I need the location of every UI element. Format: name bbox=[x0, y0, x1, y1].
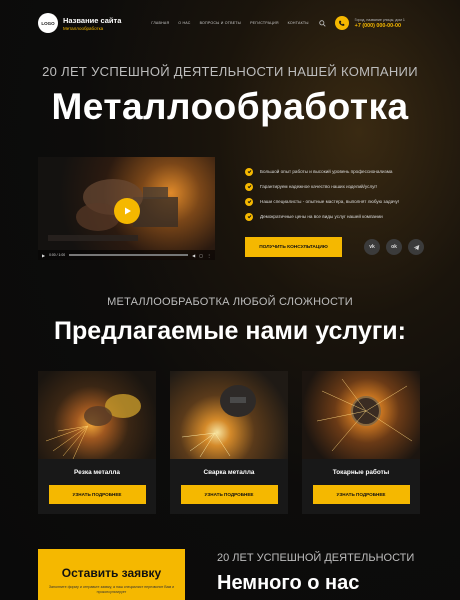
request-block: Оставить заявку Заполните форму и отправ… bbox=[38, 549, 185, 600]
request-title: Оставить заявку bbox=[61, 566, 162, 580]
sparks-image bbox=[45, 394, 141, 459]
service-card-welding[interactable]: Сварка металла УЗНАТЬ ПОДРОБНЕЕ bbox=[170, 371, 288, 514]
nav-item-registration[interactable]: РЕГИСТРАЦИЯ bbox=[250, 21, 279, 25]
benefit-text: Большой опыт работы и высокий уровень пр… bbox=[260, 169, 393, 174]
site-branding: Название сайта Металлообработка bbox=[63, 16, 121, 31]
service-title: Сварка металла bbox=[203, 469, 255, 476]
check-icon bbox=[245, 197, 253, 206]
video-player[interactable]: ▶ 0:00 / 1:00 ◀ ▢ ⋮ bbox=[38, 157, 215, 260]
page: LOGO Название сайта Металлообработка ГЛА… bbox=[0, 0, 460, 600]
service-image bbox=[38, 371, 156, 459]
fullscreen-icon[interactable]: ▢ bbox=[199, 253, 203, 258]
video-play-icon[interactable]: ▶ bbox=[42, 253, 45, 258]
service-title: Резка металла bbox=[74, 469, 120, 476]
phone-number[interactable]: +7 (000) 000-00-00 bbox=[355, 23, 405, 29]
volume-icon[interactable]: ◀ bbox=[192, 253, 195, 258]
video-controls: ▶ 0:00 / 1:00 ◀ ▢ ⋮ bbox=[38, 250, 215, 260]
list-item: Демократичные цены на все виды услуг наш… bbox=[245, 209, 435, 224]
consult-button[interactable]: ПОЛУЧИТЬ КОНСУЛЬТАЦИЮ bbox=[245, 237, 342, 257]
benefits-list: Большой опыт работы и высокий уровень пр… bbox=[245, 164, 435, 224]
video-progress[interactable] bbox=[69, 254, 189, 256]
service-title: Токарные работы bbox=[332, 469, 390, 476]
site-name[interactable]: Название сайта bbox=[63, 16, 121, 25]
video-time: 0:00 / 1:00 bbox=[49, 253, 66, 257]
benefit-text: Демократичные цены на все виды услуг наш… bbox=[260, 214, 383, 219]
list-item: Гарантируем надежное качество наших изде… bbox=[245, 179, 435, 194]
phone-icon[interactable] bbox=[334, 16, 349, 30]
check-icon bbox=[245, 212, 253, 221]
check-icon bbox=[245, 167, 253, 176]
logo[interactable]: LOGO bbox=[38, 13, 58, 33]
search-icon[interactable] bbox=[319, 19, 327, 27]
service-card-cutting[interactable]: Резка металла УЗНАТЬ ПОДРОБНЕЕ bbox=[38, 371, 156, 514]
learn-more-button[interactable]: УЗНАТЬ ПОДРОБНЕЕ bbox=[312, 485, 410, 504]
main-nav: ГЛАВНАЯ О НАС ВОПРОСЫ И ОТВЕТЫ РЕГИСТРАЦ… bbox=[151, 21, 308, 25]
header: LOGO Название сайта Металлообработка ГЛА… bbox=[38, 8, 422, 38]
service-image bbox=[170, 371, 288, 459]
more-icon[interactable]: ⋮ bbox=[207, 253, 211, 258]
nav-item-about[interactable]: О НАС bbox=[178, 21, 190, 25]
nav-item-home[interactable]: ГЛАВНАЯ bbox=[151, 21, 169, 25]
about-subtitle: 20 ЛЕТ УСПЕШНОЙ ДЕЯТЕЛЬНОСТИ bbox=[217, 552, 415, 564]
address: Город, название улицы, дом 1 bbox=[354, 17, 405, 22]
nav-item-contacts[interactable]: КОНТАКТЫ bbox=[288, 21, 309, 25]
nav-item-faq[interactable]: ВОПРОСЫ И ОТВЕТЫ bbox=[200, 21, 242, 25]
list-item: Наши специалисты - опытные мастера, выпо… bbox=[245, 194, 435, 209]
list-item: Большой опыт работы и высокий уровень пр… bbox=[245, 164, 435, 179]
telegram-icon[interactable] bbox=[408, 239, 424, 255]
social-links: vk ok bbox=[364, 239, 424, 255]
hero-subtitle: 20 ЛЕТ УСПЕШНОЙ ДЕЯТЕЛЬНОСТИ НАШЕЙ КОМПА… bbox=[42, 64, 418, 79]
welder-image bbox=[181, 385, 256, 458]
service-image bbox=[302, 371, 420, 459]
benefit-text: Наши специалисты - опытные мастера, выпо… bbox=[260, 199, 400, 204]
learn-more-button[interactable]: УЗНАТЬ ПОДРОБНЕЕ bbox=[180, 485, 278, 504]
lathe-image bbox=[316, 378, 413, 452]
services-cards: Резка металла УЗНАТЬ ПОДРОБНЕЕ Сварка ме… bbox=[38, 371, 422, 514]
contact-info: Город, название улицы, дом 1 +7 (000) 00… bbox=[355, 18, 405, 29]
service-card-turning[interactable]: Токарные работы УЗНАТЬ ПОДРОБНЕЕ bbox=[302, 371, 420, 514]
learn-more-button[interactable]: УЗНАТЬ ПОДРОБНЕЕ bbox=[48, 485, 146, 504]
services-subtitle: МЕТАЛЛООБРАБОТКА ЛЮБОЙ СЛОЖНОСТИ bbox=[107, 296, 353, 308]
play-button[interactable] bbox=[114, 198, 140, 224]
about-title: Немного о нас bbox=[217, 572, 360, 594]
benefit-text: Гарантируем надежное качество наших изде… bbox=[260, 184, 378, 189]
hero-title: Металлообработка bbox=[51, 86, 409, 127]
site-subtitle: Металлообработка bbox=[63, 25, 104, 31]
request-text: Заполните форму и отправьте заявку, а на… bbox=[48, 585, 175, 595]
vk-icon[interactable]: vk bbox=[364, 239, 380, 255]
check-icon bbox=[245, 182, 253, 191]
services-title: Предлагаемые нами услуги: bbox=[54, 317, 406, 345]
ok-icon[interactable]: ok bbox=[386, 239, 402, 255]
